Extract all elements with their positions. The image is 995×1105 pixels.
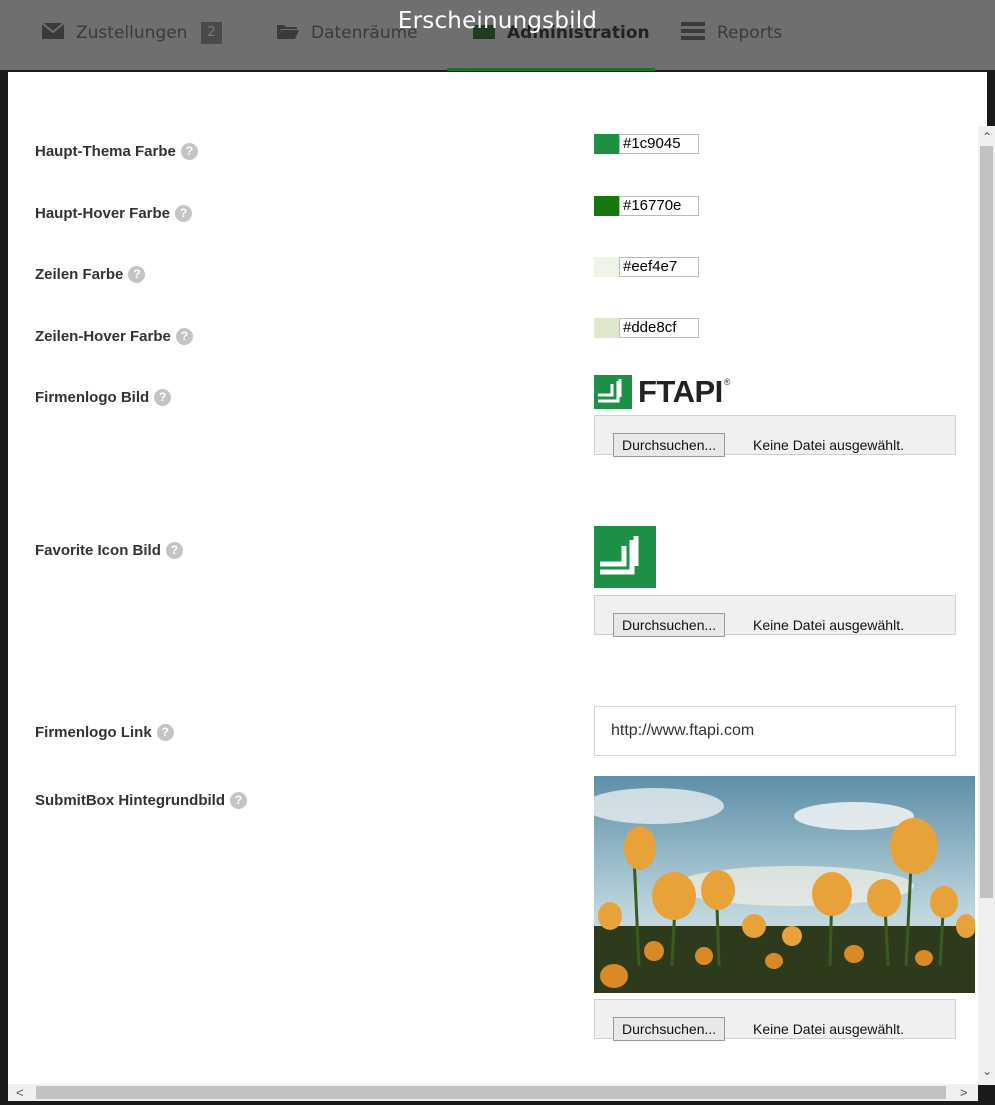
color-picker-zeilen[interactable]: #eef4e7 <box>594 256 699 278</box>
tulip-field-image <box>594 776 975 993</box>
scroll-down-icon[interactable]: ⌄ <box>982 1064 992 1078</box>
browse-button[interactable]: Durchsuchen... <box>613 433 726 457</box>
scroll-right-icon[interactable]: > <box>960 1085 968 1100</box>
company-logo-link-input[interactable]: http://www.ftapi.com <box>594 706 956 756</box>
label-zeilen-farbe: Zeilen Farbe ? <box>35 266 146 283</box>
color-swatch[interactable] <box>594 318 619 338</box>
label-firmenlogo-link: Firmenlogo Link ? <box>35 724 174 741</box>
ftapi-favicon-icon <box>594 526 656 588</box>
scroll-left-icon[interactable]: < <box>16 1085 24 1100</box>
scroll-up-icon[interactable]: ⌃ <box>982 130 992 144</box>
modal-title: Erscheinungsbild <box>397 8 598 34</box>
company-logo-preview: FTAPI ® <box>594 375 730 409</box>
favicon-preview <box>594 526 656 593</box>
logo-wordmark: FTAPI <box>638 374 723 409</box>
ftapi-logo-mark-icon <box>594 375 632 409</box>
color-swatch[interactable] <box>594 257 619 277</box>
hex-input[interactable]: #16770e <box>619 196 699 216</box>
active-tab-indicator <box>447 68 655 71</box>
file-status: Keine Datei ausgewählt. <box>753 617 904 633</box>
file-status: Keine Datei ausgewählt. <box>753 437 904 453</box>
help-icon[interactable]: ? <box>175 205 193 222</box>
label-zeilen-hover-farbe: Zeilen-Hover Farbe ? <box>35 328 193 345</box>
help-icon[interactable]: ? <box>128 266 146 283</box>
label-favorite-icon-bild: Favorite Icon Bild ? <box>35 542 183 559</box>
help-icon[interactable]: ? <box>165 542 183 559</box>
horizontal-scrollbar[interactable]: < > <box>8 1084 978 1101</box>
color-picker-zeilen-hover[interactable]: #dde8cf <box>594 317 699 339</box>
label-haupt-hover-farbe: Haupt-Hover Farbe ? <box>35 205 193 222</box>
color-swatch[interactable] <box>594 196 619 216</box>
label-firmenlogo-bild: Firmenlogo Bild ? <box>35 389 172 406</box>
help-icon[interactable]: ? <box>180 143 198 160</box>
registered-mark: ® <box>723 377 731 387</box>
file-status: Keine Datei ausgewählt. <box>753 1021 904 1037</box>
vertical-scrollbar[interactable]: ⌃ ⌄ <box>978 126 995 1085</box>
horizontal-scroll-thumb[interactable] <box>36 1086 946 1099</box>
help-icon[interactable]: ? <box>229 792 247 809</box>
vertical-scroll-thumb[interactable] <box>980 146 993 898</box>
label-haupt-thema-farbe: Haupt-Thema Farbe ? <box>35 143 198 160</box>
help-icon[interactable]: ? <box>156 724 174 741</box>
color-picker-haupt-thema[interactable]: #1c9045 <box>594 133 699 155</box>
frame-edge <box>0 72 8 1105</box>
help-icon[interactable]: ? <box>175 328 193 345</box>
submitbox-background-preview <box>594 776 975 993</box>
help-icon[interactable]: ? <box>154 389 172 406</box>
hex-input[interactable]: #eef4e7 <box>619 257 699 277</box>
label-submitbox-hintergrundbild: SubmitBox Hintegrundbild ? <box>35 792 247 809</box>
browse-button[interactable]: Durchsuchen... <box>613 613 726 637</box>
file-upload-firmenlogo[interactable]: Durchsuchen... Keine Datei ausgewählt. <box>594 415 956 457</box>
hex-input[interactable]: #dde8cf <box>619 318 699 338</box>
file-upload-submitbox[interactable]: Durchsuchen... Keine Datei ausgewählt. <box>594 999 956 1041</box>
hex-input[interactable]: #1c9045 <box>619 134 699 154</box>
color-picker-haupt-hover[interactable]: #16770e <box>594 195 699 217</box>
file-upload-favicon[interactable]: Durchsuchen... Keine Datei ausgewählt. <box>594 595 956 637</box>
browse-button[interactable]: Durchsuchen... <box>613 1017 726 1041</box>
color-swatch[interactable] <box>594 134 619 154</box>
